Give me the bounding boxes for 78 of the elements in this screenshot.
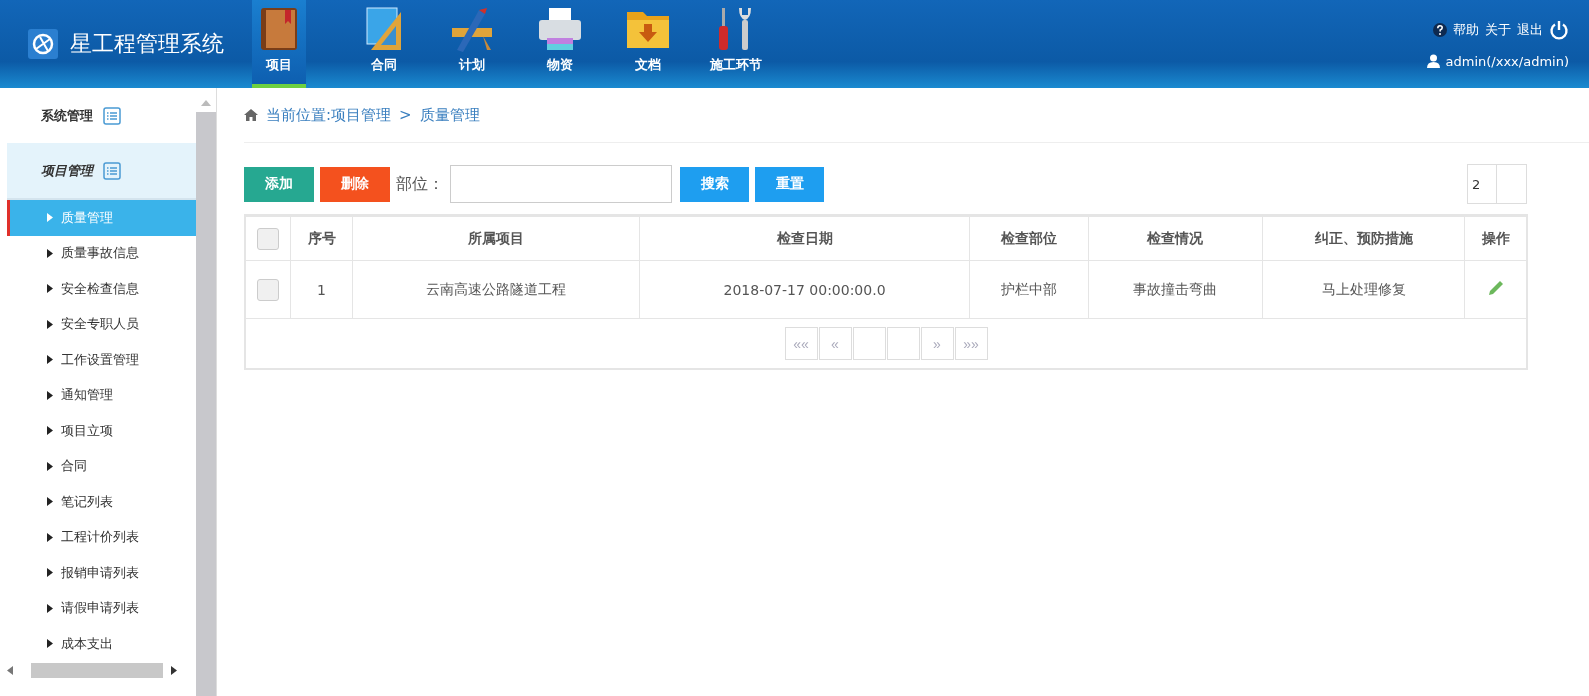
- help-icon: [1433, 22, 1447, 37]
- sidebar-item[interactable]: 工作设置管理: [7, 342, 196, 378]
- column-header: 所属项目: [352, 216, 640, 261]
- user-icon: [1426, 54, 1440, 68]
- breadcrumb-text: 当前位置:项目管理: [266, 105, 392, 125]
- book-icon: [258, 6, 300, 52]
- caret-icon: [47, 497, 53, 507]
- caret-icon: [47, 284, 53, 294]
- sidebar-item[interactable]: 质量事故信息: [7, 235, 196, 271]
- home-icon: [244, 109, 258, 121]
- delete-button[interactable]: 删除: [320, 166, 390, 202]
- list-icon: [103, 161, 121, 180]
- sidebar-item[interactable]: 笔记列表: [7, 484, 196, 520]
- power-icon[interactable]: [1549, 19, 1569, 40]
- sidebar-item[interactable]: 成本支出: [7, 626, 196, 662]
- table-cell: 云南高速公路隧道工程: [352, 260, 640, 319]
- caret-icon: [47, 426, 53, 436]
- table-cell: 马上处理修复: [1262, 260, 1465, 319]
- user-name: admin(/xxx/admin): [1445, 53, 1569, 69]
- sidebar-item[interactable]: 安全检查信息: [7, 271, 196, 307]
- edit-icon[interactable]: [1486, 279, 1505, 297]
- sidebar-item[interactable]: 合同: [7, 448, 196, 484]
- caret-icon: [47, 213, 53, 223]
- page-button[interactable]: [886, 327, 920, 360]
- sidebar-item[interactable]: 通知管理: [7, 377, 196, 413]
- column-header: 序号: [290, 216, 353, 261]
- page-button[interactable]: [852, 327, 886, 360]
- caret-icon: [47, 248, 53, 258]
- table-cell: 事故撞击弯曲: [1088, 260, 1263, 319]
- scroll-up-icon[interactable]: [201, 100, 211, 106]
- sidebar-item[interactable]: 项目立项: [7, 413, 196, 449]
- caret-icon: [47, 603, 53, 613]
- caret-icon: [47, 355, 53, 365]
- horizontal-scrollbar[interactable]: [31, 663, 163, 678]
- nav-tab[interactable]: 计划: [428, 0, 516, 88]
- breadcrumb-separator: >: [399, 106, 412, 124]
- column-header: 检查部位: [969, 216, 1089, 261]
- column-header: 操作: [1464, 216, 1526, 261]
- header-link[interactable]: 退出: [1517, 20, 1543, 39]
- caret-icon: [47, 461, 53, 471]
- pencil-icon: [449, 6, 495, 52]
- caret-icon: [47, 390, 53, 400]
- logo-icon: [28, 29, 58, 59]
- list-icon: [103, 106, 121, 125]
- nav-tab[interactable]: 物资: [516, 0, 604, 88]
- scroll-left-icon[interactable]: [7, 666, 13, 675]
- table-cell: 1: [290, 260, 353, 319]
- nav-tab[interactable]: 文档: [604, 0, 692, 88]
- column-header: 检查情况: [1088, 216, 1263, 261]
- vertical-scrollbar[interactable]: [196, 112, 216, 696]
- scroll-right-icon[interactable]: [171, 666, 177, 675]
- caret-icon: [47, 639, 53, 649]
- caret-icon: [47, 319, 53, 329]
- sidebar-section[interactable]: 系统管理: [7, 88, 196, 143]
- nav-tab[interactable]: 项目: [252, 0, 306, 88]
- sidebar-item[interactable]: 工程计价列表: [7, 519, 196, 555]
- nav-tab[interactable]: 合同: [340, 0, 428, 88]
- sidebar-section[interactable]: 项目管理: [7, 143, 196, 200]
- app-title: 星工程管理系统: [70, 30, 224, 58]
- printer-icon: [537, 6, 583, 52]
- select-all-checkbox[interactable]: [257, 227, 279, 250]
- caret-icon: [47, 568, 53, 578]
- header-link[interactable]: 关于: [1485, 20, 1511, 39]
- header-link[interactable]: 帮助: [1453, 20, 1479, 39]
- sidebar-item[interactable]: 安全专职人员: [7, 306, 196, 342]
- column-header: 检查日期: [639, 216, 970, 261]
- location-input-field[interactable]: [450, 165, 672, 203]
- page-size-field[interactable]: 2: [1467, 164, 1527, 204]
- table-cell: 2018-07-17 00:00:00.0: [639, 260, 970, 319]
- column-header: 纠正、预防措施: [1262, 216, 1465, 261]
- nav-tab[interactable]: 施工环节: [692, 0, 780, 88]
- caret-icon: [47, 532, 53, 542]
- row-checkbox[interactable]: [257, 278, 279, 301]
- breadcrumb-current: 质量管理: [419, 105, 480, 125]
- sidebar-item[interactable]: 请假申请列表: [7, 590, 196, 626]
- sidebar-item[interactable]: 报销申请列表: [7, 555, 196, 591]
- field-label: 部位：: [396, 173, 444, 195]
- table-cell: 护栏中部: [969, 260, 1089, 319]
